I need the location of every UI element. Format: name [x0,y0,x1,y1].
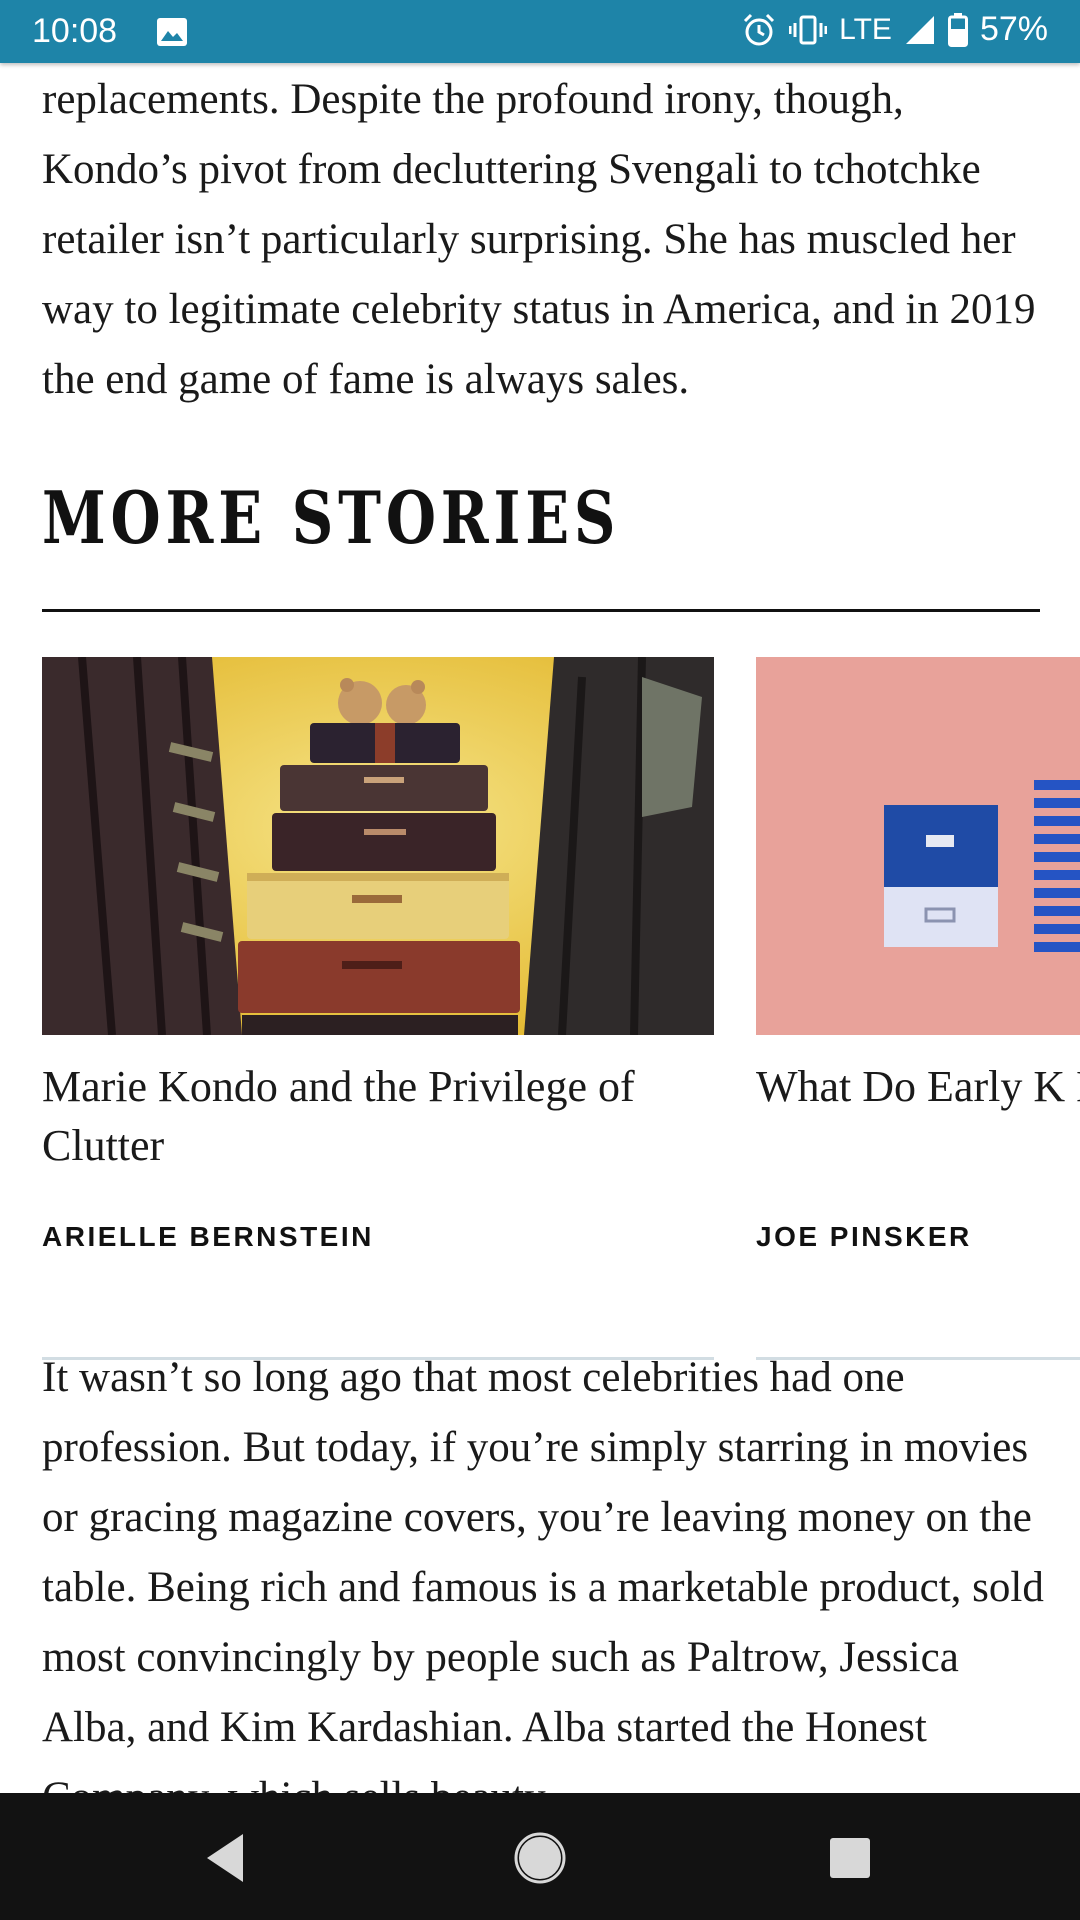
more-stories-heading: MORE STORIES [42,475,621,560]
image-icon [157,18,187,46]
recents-button[interactable] [815,1823,885,1893]
article-paragraph: It wasn’t so long ago that most celebrit… [42,1354,1044,1793]
story-title[interactable]: Marie Kondo and the Privilege of Clutter [42,1057,702,1175]
back-icon [207,1834,243,1882]
home-icon [514,1832,566,1884]
signal-icon [905,15,934,44]
alarm-icon [744,13,775,45]
story-title[interactable]: What Do Early K Homes Look Like [756,1057,1080,1116]
home-button[interactable] [505,1823,575,1893]
article-paragraph: replacements. Despite the profound irony… [42,76,1036,403]
battery-percent: 57% [979,10,1048,48]
file-boxes-image[interactable] [756,657,1080,1035]
story-byline: JOE PINSKER [756,1221,972,1252]
status-bar: 10:08 LTE 57% [0,0,1080,63]
story-card[interactable]: Marie Kondo and the Privilege of Clutter… [42,657,714,1360]
story-card[interactable]: What Do Early K Homes Look Like JOE PINS… [756,657,1080,1360]
article-scroll-area[interactable]: replacements. Despite the profound irony… [0,63,1080,1793]
clock: 10:08 [32,12,118,50]
network-type: LTE [839,12,892,46]
vibrate-icon [789,15,828,44]
story-byline: ARIELLE BERNSTEIN [42,1221,374,1252]
navigation-bar [0,1793,1080,1920]
back-button[interactable] [190,1823,260,1893]
recents-icon [830,1838,870,1878]
battery-icon [947,12,968,47]
status-icons: LTE 57% [741,10,1048,49]
section-divider [42,609,1040,612]
suitcases-stack-image[interactable] [42,657,714,1035]
